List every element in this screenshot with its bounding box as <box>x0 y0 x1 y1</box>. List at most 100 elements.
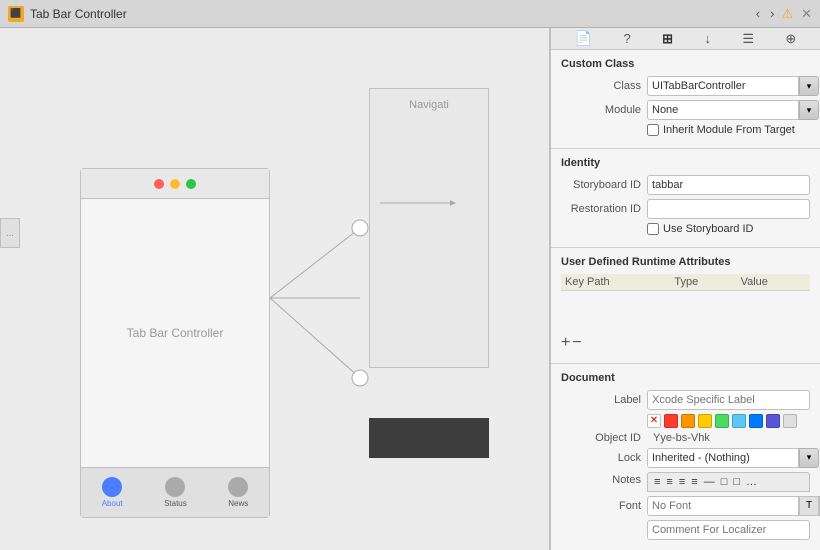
notes-align-center[interactable]: ≡ <box>664 475 674 489</box>
device-frame: Tab Bar Controller About Status News <box>80 168 270 518</box>
notes-container: ≡ ≡ ≡ ≡ — □ □ … <box>647 472 810 492</box>
tab-icon-status <box>165 477 185 497</box>
font-row: Font T ▲ ▼ <box>561 496 810 516</box>
storyboard-id-input[interactable] <box>647 175 810 195</box>
document-label-input[interactable] <box>647 390 810 410</box>
inherit-module-checkbox[interactable] <box>647 124 659 136</box>
tab-item-about: About <box>102 477 123 508</box>
object-id-row: Object ID Yye-bs-Vhk <box>561 432 810 444</box>
panel-icon-identity[interactable]: ⊞ <box>658 29 677 49</box>
notes-more[interactable]: … <box>744 475 759 489</box>
class-input[interactable] <box>647 76 799 96</box>
module-row: Module ▾ <box>561 100 810 120</box>
use-storyboard-checkbox[interactable] <box>647 223 659 235</box>
restoration-id-input[interactable] <box>647 199 810 219</box>
object-id-value: Yye-bs-Vhk <box>653 432 710 444</box>
nav-placeholder-label: Navigati <box>409 99 449 111</box>
storyboard-canvas[interactable]: Tab Bar Controller About Status News Nav <box>0 28 549 550</box>
comment-row <box>561 520 810 540</box>
module-dropdown-btn[interactable]: ▾ <box>799 100 819 120</box>
use-storyboard-row: Use Storyboard ID <box>647 223 810 235</box>
swatch-orange[interactable] <box>681 414 695 428</box>
device-header <box>81 169 269 199</box>
class-dropdown-btn[interactable]: ▾ <box>799 76 819 96</box>
close-icon[interactable]: ✕ <box>801 6 812 22</box>
notes-box1[interactable]: □ <box>719 475 730 489</box>
notes-box2[interactable]: □ <box>731 475 742 489</box>
notes-justify[interactable]: ≡ <box>689 475 699 489</box>
remove-attribute-button[interactable]: − <box>572 335 581 351</box>
storyboard-id-row: Storyboard ID <box>561 175 810 195</box>
app-icon: ⬛ <box>8 6 24 22</box>
module-input-group: ▾ <box>647 100 819 120</box>
nav-forward-button[interactable]: › <box>767 6 777 21</box>
swatch-none[interactable]: ✕ <box>647 414 661 428</box>
comment-input[interactable] <box>647 520 810 540</box>
notes-row: Notes ≡ ≡ ≡ ≡ — □ □ … <box>561 472 810 492</box>
panel-icon-file[interactable]: 📄 <box>571 28 596 49</box>
custom-class-title: Custom Class <box>561 58 810 70</box>
class-row: Class ▾ <box>561 76 810 96</box>
storyboard-id-label: Storyboard ID <box>561 179 641 191</box>
notes-align-right[interactable]: ≡ <box>677 475 687 489</box>
lock-row: Lock ▾ <box>561 448 810 468</box>
notes-align-left[interactable]: ≡ <box>652 475 662 489</box>
device-tab-bar: About Status News <box>81 467 269 517</box>
nav-back-button[interactable]: ‹ <box>753 6 763 21</box>
document-label-row: Label <box>561 390 810 410</box>
document-title: Document <box>561 372 810 384</box>
panel-icon-connections[interactable]: ⊕ <box>781 29 800 49</box>
lock-label: Lock <box>561 452 641 464</box>
swatch-blue[interactable] <box>749 414 763 428</box>
add-attribute-button[interactable]: + <box>561 335 570 351</box>
notes-label: Notes <box>561 474 641 486</box>
tab-icon-about <box>102 477 122 497</box>
class-label: Class <box>561 80 641 92</box>
notes-dash[interactable]: — <box>702 475 717 489</box>
main-content: Tab Bar Controller About Status News Nav <box>0 28 820 550</box>
swatch-yellow[interactable] <box>698 414 712 428</box>
tab-label-status: Status <box>164 499 187 508</box>
lock-dropdown-btn[interactable]: ▾ <box>799 448 819 468</box>
object-id-label: Object ID <box>561 432 641 444</box>
nav-placeholder: Navigati <box>369 88 489 368</box>
identity-title: Identity <box>561 157 810 169</box>
panel-icon-size[interactable]: ☰ <box>738 29 758 49</box>
font-input[interactable] <box>647 496 799 516</box>
inherit-module-row: Inherit Module From Target <box>647 124 810 136</box>
swatch-gray[interactable] <box>783 414 797 428</box>
tab-label-about: About <box>102 499 123 508</box>
class-input-group: ▾ <box>647 76 819 96</box>
warning-icon: ⚠ <box>781 6 793 22</box>
lock-input-group: ▾ <box>647 448 819 468</box>
font-input-group: T ▲ ▼ <box>647 496 820 516</box>
notes-toolbar: ≡ ≡ ≡ ≡ — □ □ … <box>647 472 810 492</box>
swatch-lightblue[interactable] <box>732 414 746 428</box>
dot-green <box>186 179 196 189</box>
color-row: ✕ <box>561 414 810 428</box>
dot-red <box>154 179 164 189</box>
panel-icon-help[interactable]: ? <box>620 29 635 48</box>
module-input[interactable] <box>647 100 799 120</box>
tab-item-status: Status <box>164 477 187 508</box>
panel-icon-attributes[interactable]: ↓ <box>700 29 715 48</box>
restoration-id-row: Restoration ID <box>561 199 810 219</box>
font-type-btn[interactable]: T <box>799 496 819 516</box>
swatch-red[interactable] <box>664 414 678 428</box>
right-panel: 📄 ? ⊞ ↓ ☰ ⊕ Custom Class Class ▾ Module <box>550 28 820 550</box>
user-defined-section: User Defined Runtime Attributes Key Path… <box>551 248 820 364</box>
lock-input[interactable] <box>647 448 799 468</box>
swatch-green[interactable] <box>715 414 729 428</box>
col-key-path: Key Path <box>561 274 670 291</box>
left-sidebar-hint: ... <box>0 218 20 248</box>
custom-class-section: Custom Class Class ▾ Module ▾ Inherit Mo… <box>551 50 820 149</box>
user-defined-title: User Defined Runtime Attributes <box>561 256 810 268</box>
tab-label-news: News <box>228 499 248 508</box>
col-type: Type <box>670 274 736 291</box>
swatch-purple[interactable] <box>766 414 780 428</box>
document-section: Document Label ✕ <box>551 364 820 550</box>
restoration-id-label: Restoration ID <box>561 203 641 215</box>
add-remove-row: + − <box>561 331 810 355</box>
identity-section: Identity Storyboard ID Restoration ID Us… <box>551 149 820 248</box>
color-swatches: ✕ <box>647 414 797 428</box>
